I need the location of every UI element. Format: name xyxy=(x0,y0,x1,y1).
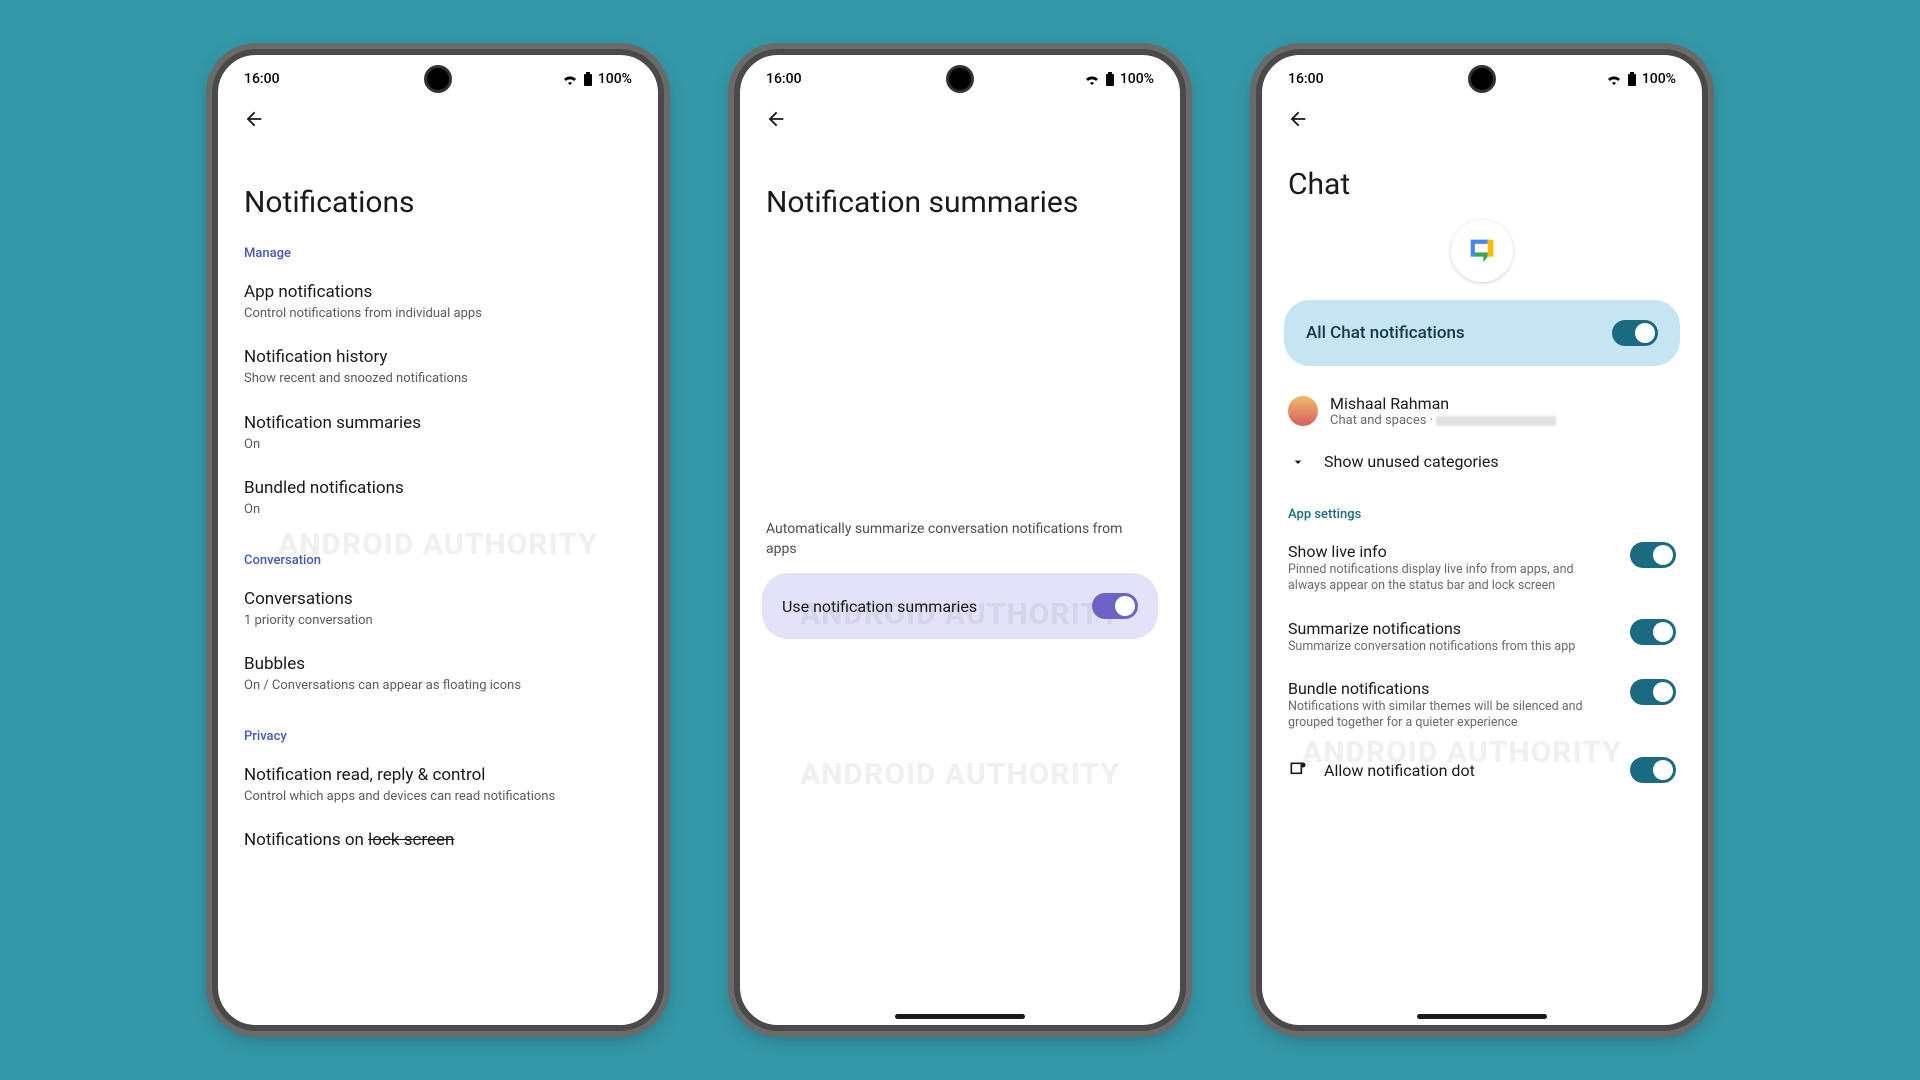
battery-icon xyxy=(1627,72,1637,86)
setting-bundle-notifications[interactable]: Bundle notifications Notifications with … xyxy=(1284,667,1680,744)
toggle-switch[interactable] xyxy=(1630,757,1676,783)
page-title: Chat xyxy=(1288,167,1676,202)
item-read-reply-control[interactable]: Notification read, reply & control Contr… xyxy=(240,752,636,817)
camera-cutout xyxy=(1468,65,1496,93)
back-button[interactable] xyxy=(1278,99,1318,139)
phone-frame-3: 16:00 100% ANDROID AUTHORITY Chat xyxy=(1256,49,1708,1031)
status-time: 16:00 xyxy=(1288,71,1324,87)
page-title: Notifications xyxy=(244,185,632,220)
screen-notifications: ANDROID AUTHORITY Notifications Manage A… xyxy=(218,139,658,1025)
toggle-label: Use notification summaries xyxy=(782,597,977,616)
battery-percent: 100% xyxy=(1120,71,1154,87)
battery-icon xyxy=(1105,72,1115,86)
show-unused-categories[interactable]: Show unused categories xyxy=(1284,438,1680,485)
toggle-label: All Chat notifications xyxy=(1306,323,1465,343)
setting-show-live-info[interactable]: Show live info Pinned notifications disp… xyxy=(1284,530,1680,607)
battery-percent: 100% xyxy=(598,71,632,87)
summary-description: Automatically summarize conversation not… xyxy=(766,520,1154,559)
toggle-switch[interactable] xyxy=(1630,619,1676,645)
conversation-entry[interactable]: Mishaal Rahman Chat and spaces · xyxy=(1284,384,1680,438)
camera-cutout xyxy=(946,65,974,93)
status-right: 100% xyxy=(1606,71,1676,87)
phone-frame-2: 16:00 100% ANDROID AUTHORITY ANDROID AUT… xyxy=(734,49,1186,1031)
redacted-text xyxy=(1436,416,1556,426)
item-lock-screen[interactable]: Notifications on lock screen xyxy=(240,817,636,864)
back-arrow-icon xyxy=(1287,108,1309,130)
screen-summaries: ANDROID AUTHORITY ANDROID AUTHORITY Noti… xyxy=(740,139,1180,1025)
setting-summarize-notifications[interactable]: Summarize notifications Summarize conver… xyxy=(1284,607,1680,667)
section-conversation: Conversation xyxy=(244,553,632,568)
item-conversations[interactable]: Conversations 1 priority conversation xyxy=(240,576,636,641)
setting-allow-notification-dot[interactable]: Allow notification dot xyxy=(1284,743,1680,783)
user-name: Mishaal Rahman xyxy=(1330,394,1556,413)
status-time: 16:00 xyxy=(244,71,280,87)
status-time: 16:00 xyxy=(766,71,802,87)
back-button[interactable] xyxy=(756,99,796,139)
toggle-switch[interactable] xyxy=(1612,320,1658,346)
battery-icon xyxy=(583,72,593,86)
battery-percent: 100% xyxy=(1642,71,1676,87)
camera-cutout xyxy=(424,65,452,93)
nav-bar[interactable] xyxy=(1417,1014,1547,1019)
status-right: 100% xyxy=(1084,71,1154,87)
app-icon xyxy=(1451,220,1513,282)
google-chat-icon xyxy=(1465,234,1499,268)
item-notification-history[interactable]: Notification history Show recent and sno… xyxy=(240,334,636,399)
watermark: ANDROID AUTHORITY xyxy=(800,757,1120,792)
toggle-switch[interactable] xyxy=(1630,679,1676,705)
nav-bar[interactable] xyxy=(895,1014,1025,1019)
toggle-all-chat[interactable]: All Chat notifications xyxy=(1284,300,1680,366)
wifi-icon xyxy=(1084,73,1100,85)
section-privacy: Privacy xyxy=(244,729,632,744)
toggle-switch[interactable] xyxy=(1630,542,1676,568)
back-button[interactable] xyxy=(234,99,274,139)
item-bundled-notifications[interactable]: Bundled notifications On xyxy=(240,465,636,530)
section-manage: Manage xyxy=(244,246,632,261)
toggle-switch[interactable] xyxy=(1092,593,1138,619)
screen-chat: ANDROID AUTHORITY Chat All Chat notifica… xyxy=(1262,139,1702,1025)
wifi-icon xyxy=(562,73,578,85)
notification-dot-icon xyxy=(1288,760,1308,780)
section-app-settings: App settings xyxy=(1288,507,1676,522)
back-arrow-icon xyxy=(243,108,265,130)
phone-frame-1: 16:00 100% ANDROID AUTHORITY Notificatio… xyxy=(212,49,664,1031)
wifi-icon xyxy=(1606,73,1622,85)
item-notification-summaries[interactable]: Notification summaries On xyxy=(240,400,636,465)
back-arrow-icon xyxy=(765,108,787,130)
item-bubbles[interactable]: Bubbles On / Conversations can appear as… xyxy=(240,641,636,706)
toggle-use-summaries[interactable]: Use notification summaries xyxy=(762,573,1158,639)
chevron-down-icon xyxy=(1290,454,1306,470)
status-right: 100% xyxy=(562,71,632,87)
item-app-notifications[interactable]: App notifications Control notifications … xyxy=(240,269,636,334)
user-sub: Chat and spaces · xyxy=(1330,413,1556,428)
page-title: Notification summaries xyxy=(766,185,1154,220)
avatar xyxy=(1288,396,1318,426)
